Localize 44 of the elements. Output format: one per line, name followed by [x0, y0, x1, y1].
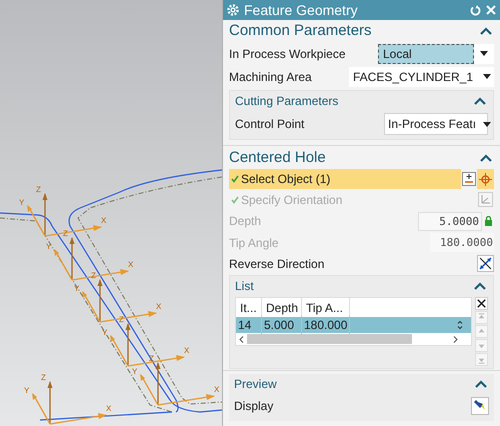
group-title: Cutting Parameters [235, 93, 338, 110]
window-title: Feature Geometry [244, 0, 359, 20]
field-label: Depth [229, 213, 262, 230]
spinner-icon[interactable] [457, 320, 463, 330]
depth-field[interactable]: 5.0000 [418, 212, 482, 230]
delete-icon[interactable] [475, 297, 488, 310]
section-title: Common Parameters [229, 20, 372, 41]
dropdown[interactable]: FACES_CYLINDER_1 [349, 66, 494, 86]
field-label: Tip Angle [229, 234, 280, 252]
collapse-icon[interactable] [475, 380, 487, 388]
collapse-icon[interactable] [474, 282, 486, 290]
lock-icon[interactable] [484, 216, 492, 226]
scroll-right-icon[interactable] [453, 336, 458, 342]
dropdown-caret-icon [483, 74, 492, 79]
field-label: Control Point [235, 116, 306, 133]
selection-step[interactable]: Select Object (1) [229, 169, 461, 189]
field-label: Display [234, 398, 274, 415]
step-label: Specify Orientation [241, 192, 342, 208]
scroll-left-icon[interactable] [239, 336, 244, 342]
crosshair-icon[interactable] [479, 172, 492, 186]
field-label: Reverse Direction [229, 256, 326, 272]
table-row[interactable]: 14 5.000 180.000 [236, 317, 471, 333]
field-label: In Process Workpiece [229, 46, 346, 62]
checkmark-icon [231, 196, 239, 204]
flashlight-icon[interactable] [471, 397, 489, 415]
checkmark-icon [231, 175, 239, 183]
field-label: Machining Area [229, 68, 313, 86]
group-title: Preview [234, 376, 277, 393]
coordinate-axes-drawing: Z X Y [24, 373, 112, 425]
section-title: Centered Hole [229, 148, 326, 168]
collapse-icon[interactable] [480, 27, 492, 35]
dropdown-caret-icon [483, 122, 492, 126]
collapse-icon[interactable] [474, 97, 486, 105]
dropdown[interactable]: In-Process Featı [384, 113, 488, 135]
gear-icon [227, 4, 239, 16]
reset-icon[interactable] [470, 4, 481, 16]
tip-angle-field[interactable]: 180.0000 [430, 233, 494, 252]
dropdown[interactable]: Local [378, 44, 494, 64]
dropdown-caret-icon [480, 51, 488, 56]
add-selection-icon[interactable] [462, 172, 476, 186]
group-title: List [235, 278, 254, 295]
collapse-icon[interactable] [480, 154, 492, 162]
reverse-direction-icon[interactable] [477, 255, 494, 272]
close-icon[interactable] [486, 5, 496, 15]
